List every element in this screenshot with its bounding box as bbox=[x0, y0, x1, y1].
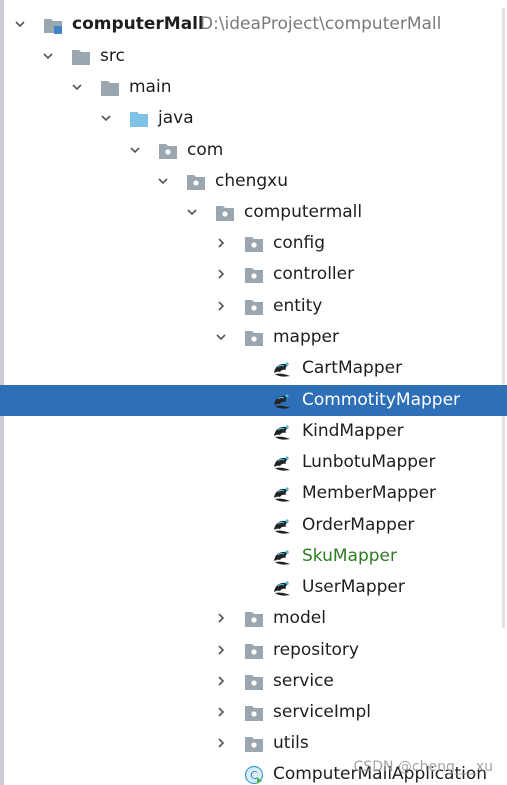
package-icon bbox=[215, 203, 235, 223]
project-module-icon bbox=[43, 15, 63, 35]
tree-label: com bbox=[187, 140, 224, 160]
tree-label: CartMapper bbox=[302, 358, 403, 378]
tree-row-mapper-file-selected[interactable]: CommotityMapper bbox=[0, 385, 507, 416]
tree-row-mapper-file[interactable]: LunbotuMapper bbox=[0, 447, 507, 478]
mybatis-mapper-icon bbox=[272, 422, 292, 442]
chevron-down-icon[interactable] bbox=[71, 81, 83, 93]
tree-row-entity[interactable]: entity bbox=[0, 291, 507, 322]
tree-label: computermall bbox=[244, 202, 363, 222]
tree-label: mapper bbox=[273, 327, 340, 347]
tree-label: CommotityMapper bbox=[302, 390, 461, 410]
tree-row-mapper-file[interactable]: OrderMapper bbox=[0, 510, 507, 541]
spring-boot-class-icon: C bbox=[244, 765, 264, 785]
tree-row-main[interactable]: main bbox=[0, 72, 507, 103]
chevron-right-icon[interactable] bbox=[215, 237, 227, 249]
tree-row-computermall[interactable]: computermall bbox=[0, 197, 507, 228]
mybatis-mapper-icon bbox=[272, 578, 292, 598]
mybatis-mapper-icon bbox=[272, 359, 292, 379]
chevron-down-icon[interactable] bbox=[14, 18, 26, 30]
mybatis-mapper-icon bbox=[272, 391, 292, 411]
tree-label: repository bbox=[273, 640, 359, 660]
tree-row-project[interactable]: computerMall D:\ideaProject\computerMall bbox=[0, 9, 507, 40]
tree-row-mapper-file[interactable]: MemberMapper bbox=[0, 478, 507, 509]
tree-row-model[interactable]: model bbox=[0, 603, 507, 634]
chevron-right-icon[interactable] bbox=[215, 737, 227, 749]
package-icon bbox=[244, 672, 264, 692]
package-icon bbox=[244, 265, 264, 285]
tree-row-utils[interactable]: utils bbox=[0, 728, 507, 759]
chevron-down-icon[interactable] bbox=[157, 175, 169, 187]
mybatis-mapper-icon bbox=[272, 484, 292, 504]
tree-label: controller bbox=[273, 264, 355, 284]
chevron-right-icon[interactable] bbox=[215, 644, 227, 656]
tree-row-service[interactable]: service bbox=[0, 666, 507, 697]
tree-label: utils bbox=[273, 733, 309, 753]
tree-label: model bbox=[273, 608, 326, 628]
package-icon bbox=[158, 141, 178, 161]
chevron-down-icon[interactable] bbox=[186, 206, 198, 218]
tree-row-mapper-file[interactable]: CartMapper bbox=[0, 353, 507, 384]
tree-row-serviceimpl[interactable]: serviceImpl bbox=[0, 697, 507, 728]
tree-label: UserMapper bbox=[302, 577, 405, 597]
tree-label: java bbox=[158, 108, 194, 128]
project-tree[interactable]: computerMall D:\ideaProject\computerMall… bbox=[0, 0, 507, 785]
tree-label: src bbox=[100, 46, 125, 66]
package-icon bbox=[244, 703, 264, 723]
package-icon bbox=[244, 328, 264, 348]
chevron-right-icon[interactable] bbox=[215, 268, 227, 280]
project-path: D:\ideaProject\computerMall bbox=[200, 14, 442, 34]
tree-label: chengxu bbox=[215, 171, 288, 191]
source-folder-icon bbox=[129, 109, 149, 129]
chevron-right-icon[interactable] bbox=[215, 300, 227, 312]
tree-label: service bbox=[273, 671, 334, 691]
tree-row-config[interactable]: config bbox=[0, 228, 507, 259]
svg-text:C: C bbox=[250, 769, 258, 782]
tree-label: LunbotuMapper bbox=[302, 452, 436, 472]
tree-row-mapper-file[interactable]: SkuMapper bbox=[0, 541, 507, 572]
package-icon bbox=[244, 609, 264, 629]
tree-label: main bbox=[129, 77, 172, 97]
mybatis-mapper-icon bbox=[272, 453, 292, 473]
tree-label: config bbox=[273, 233, 326, 253]
package-icon bbox=[244, 734, 264, 754]
tree-row-com[interactable]: com bbox=[0, 135, 507, 166]
chevron-down-icon[interactable] bbox=[129, 144, 141, 156]
package-icon bbox=[186, 172, 206, 192]
tree-row-mapper-file[interactable]: KindMapper bbox=[0, 416, 507, 447]
tree-row-mapper-file[interactable]: UserMapper bbox=[0, 572, 507, 603]
folder-icon bbox=[71, 47, 91, 67]
mybatis-mapper-icon bbox=[272, 547, 292, 567]
tree-row-chengxu[interactable]: chengxu bbox=[0, 166, 507, 197]
tree-label: MemberMapper bbox=[302, 483, 437, 503]
chevron-right-icon[interactable] bbox=[215, 612, 227, 624]
tree-label: OrderMapper bbox=[302, 515, 415, 535]
tree-row-repository[interactable]: repository bbox=[0, 635, 507, 666]
tree-label: SkuMapper bbox=[302, 546, 398, 566]
project-name: computerMall bbox=[72, 14, 204, 34]
tree-label: entity bbox=[273, 296, 323, 316]
tree-row-mapper[interactable]: mapper bbox=[0, 322, 507, 353]
folder-icon bbox=[100, 78, 120, 98]
tree-row-src[interactable]: src bbox=[0, 41, 507, 72]
tree-row-controller[interactable]: controller bbox=[0, 259, 507, 290]
tree-label: KindMapper bbox=[302, 421, 404, 441]
watermark: CSDN @cheng___xu bbox=[353, 759, 493, 775]
chevron-down-icon[interactable] bbox=[42, 50, 54, 62]
chevron-right-icon[interactable] bbox=[215, 706, 227, 718]
chevron-down-icon[interactable] bbox=[100, 112, 112, 124]
chevron-right-icon[interactable] bbox=[215, 675, 227, 687]
package-icon bbox=[244, 297, 264, 317]
tree-row-java[interactable]: java bbox=[0, 103, 507, 134]
package-icon bbox=[244, 234, 264, 254]
chevron-down-icon[interactable] bbox=[215, 331, 227, 343]
mybatis-mapper-icon bbox=[272, 516, 292, 536]
package-icon bbox=[244, 641, 264, 661]
tree-label: serviceImpl bbox=[273, 702, 371, 722]
